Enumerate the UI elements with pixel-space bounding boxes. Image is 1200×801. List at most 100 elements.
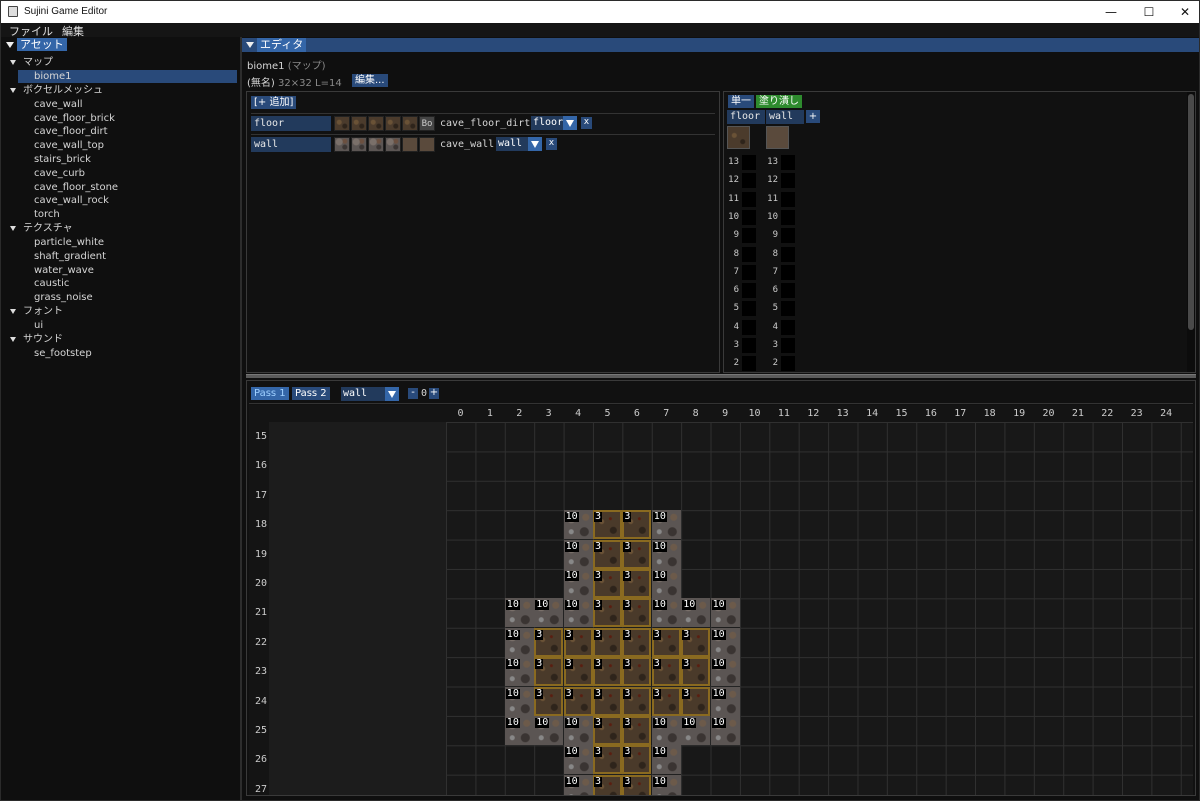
floor-tile[interactable]: 3 xyxy=(651,627,681,657)
wall-layer-cell[interactable] xyxy=(781,338,795,353)
map-grid[interactable]: 0 1 2 3 4 5 6 7 8 9 10 11 12 13 14 15 16 17 18 19 20 21 22 23 24… xyxy=(249,405,1193,795)
floor-tile[interactable]: 3 xyxy=(681,686,711,716)
wall-tile[interactable]: 10 xyxy=(710,686,740,716)
tree-item[interactable]: ui xyxy=(18,319,237,332)
caret-down-icon[interactable] xyxy=(10,87,16,93)
wall-tile[interactable]: 10 xyxy=(563,716,593,745)
tile-slot[interactable] xyxy=(334,116,350,131)
wall-tile[interactable]: 10 xyxy=(534,716,564,745)
caret-down-icon[interactable] xyxy=(10,309,16,314)
wall-layer-cell[interactable] xyxy=(781,155,795,170)
wall-tile[interactable]: 10 xyxy=(710,627,740,657)
tree-group[interactable]: サウンド xyxy=(1,333,240,346)
minimize-button[interactable]: — xyxy=(1093,1,1129,23)
wall-tile[interactable]: 10 xyxy=(710,598,740,628)
tree-item[interactable]: particle_white xyxy=(18,236,237,249)
tile-slot[interactable] xyxy=(351,137,367,152)
wall-tile[interactable]: 10 xyxy=(504,627,534,657)
floor-tile[interactable]: 3 xyxy=(534,686,564,716)
floor-layer-cell[interactable] xyxy=(742,191,756,207)
tree-item[interactable]: grass_noise xyxy=(18,291,237,304)
wall-tile[interactable]: 10 xyxy=(534,598,564,628)
remove-palette-button[interactable]: x xyxy=(546,138,557,150)
layer-column-floor[interactable]: floor xyxy=(727,110,765,124)
wall-tile[interactable]: 10 xyxy=(563,569,593,598)
editor-tab[interactable]: エディタ xyxy=(257,38,307,52)
floor-tile[interactable]: 3 xyxy=(622,510,652,540)
wall-layer-cell[interactable] xyxy=(781,356,795,372)
tile-slot[interactable] xyxy=(385,116,401,131)
pass1-tab[interactable]: Pass 1 xyxy=(251,387,289,400)
wall-layer-cell[interactable] xyxy=(781,264,795,280)
wall-tile[interactable]: 10 xyxy=(504,657,534,687)
floor-tile[interactable]: 3 xyxy=(622,539,652,569)
wall-tile[interactable]: 10 xyxy=(651,569,681,598)
floor-tile[interactable]: 3 xyxy=(593,627,622,657)
tile-slot[interactable] xyxy=(368,116,384,131)
floor-tile[interactable]: 3 xyxy=(534,657,564,687)
maximize-button[interactable]: ☐ xyxy=(1131,1,1167,23)
wall-tile[interactable]: 10 xyxy=(651,745,681,775)
floor-tile[interactable]: 3 xyxy=(593,598,622,628)
tree-item[interactable]: torch xyxy=(18,208,237,221)
wall-tile[interactable]: 10 xyxy=(504,598,534,628)
scrollbar-thumb[interactable] xyxy=(1188,94,1194,330)
floor-layer-cell[interactable] xyxy=(742,319,756,335)
floor-tile[interactable]: 3 xyxy=(593,686,622,716)
tree-item[interactable]: water_wave xyxy=(18,264,237,277)
caret-down-icon[interactable] xyxy=(10,60,16,65)
decrement-button[interactable]: - xyxy=(408,388,418,399)
assets-tab[interactable]: アセット xyxy=(17,38,67,52)
wall-tile[interactable]: 10 xyxy=(651,510,681,540)
remove-palette-button[interactable]: x xyxy=(581,117,592,129)
floor-layer-cell[interactable] xyxy=(742,246,756,262)
wall-tile[interactable]: 10 xyxy=(710,716,740,745)
floor-tile[interactable]: 3 xyxy=(563,657,593,687)
floor-layer-cell[interactable] xyxy=(742,356,756,372)
floor-layer-cell[interactable] xyxy=(742,301,756,317)
floor-tile[interactable]: 3 xyxy=(593,716,622,745)
wall-tile[interactable]: 10 xyxy=(651,774,681,795)
wall-layer-cell[interactable] xyxy=(781,191,795,207)
tree-item[interactable]: cave_wall_top xyxy=(18,139,237,152)
tree-group[interactable]: マップ xyxy=(1,56,240,69)
wall-tile[interactable]: 10 xyxy=(563,745,593,775)
floor-tile[interactable]: 3 xyxy=(681,657,711,687)
tile-slot-label[interactable]: Bo xyxy=(419,116,435,131)
wall-layer-cell[interactable] xyxy=(781,301,795,317)
wall-layer-cell[interactable] xyxy=(781,228,795,244)
menu-file[interactable]: ファイル xyxy=(9,23,53,39)
floor-tile[interactable]: 3 xyxy=(622,657,652,687)
tree-item[interactable]: cave_wall xyxy=(18,98,237,111)
floor-layer-cell[interactable] xyxy=(742,209,756,225)
add-layer-column-button[interactable]: + xyxy=(806,110,820,123)
collapse-icon[interactable] xyxy=(6,42,14,48)
wall-tile[interactable]: 10 xyxy=(710,657,740,687)
edit-map-button[interactable]: 編集... xyxy=(352,74,388,87)
floor-tile[interactable]: 3 xyxy=(593,539,622,569)
wall-tile[interactable]: 10 xyxy=(563,598,593,628)
increment-button[interactable]: + xyxy=(429,388,439,399)
tree-item[interactable]: cave_floor_dirt xyxy=(18,125,237,138)
floor-tile[interactable]: 3 xyxy=(593,569,622,598)
tree-item[interactable]: biome1 xyxy=(18,70,237,83)
wall-tile[interactable]: 10 xyxy=(563,510,593,540)
floor-layer-cell[interactable] xyxy=(742,338,756,353)
add-palette-button[interactable]: [+ 追加] xyxy=(251,96,297,109)
close-button[interactable]: ✕ xyxy=(1167,1,1199,23)
wall-tile[interactable]: 10 xyxy=(681,716,711,745)
floor-tile[interactable]: 3 xyxy=(593,774,622,795)
floor-tile[interactable]: 3 xyxy=(622,569,652,598)
pass2-tab[interactable]: Pass 2 xyxy=(292,387,330,400)
wall-layer-cell[interactable] xyxy=(781,319,795,335)
tree-group[interactable]: ボクセルメッシュ xyxy=(1,84,240,97)
mode-single-button[interactable]: 単一 xyxy=(728,95,754,108)
tile-slot[interactable] xyxy=(351,116,367,131)
mode-fill-button[interactable]: 塗り潰し xyxy=(756,95,802,108)
floor-tile[interactable]: 3 xyxy=(593,510,622,540)
floor-tile[interactable]: 3 xyxy=(681,627,711,657)
floor-tile[interactable]: 3 xyxy=(563,627,593,657)
panel-splitter[interactable] xyxy=(240,37,242,800)
wall-tile[interactable]: 10 xyxy=(504,686,534,716)
tree-item[interactable]: cave_curb xyxy=(18,167,237,180)
